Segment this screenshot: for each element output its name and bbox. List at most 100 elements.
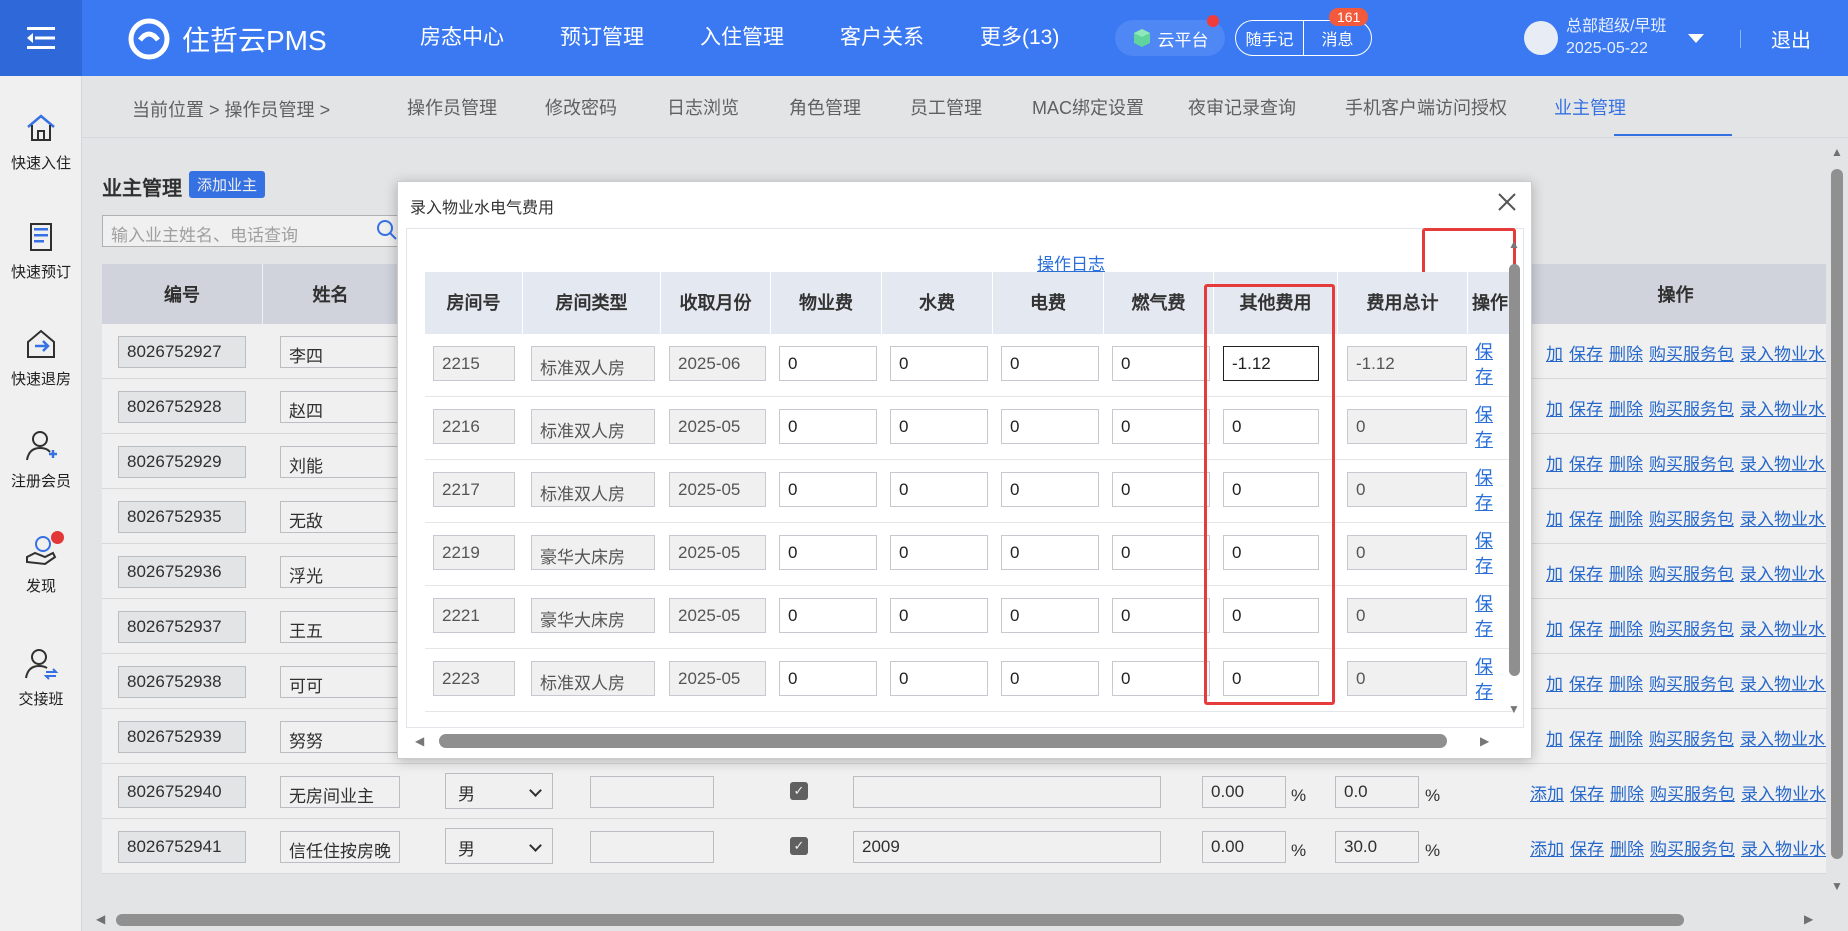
electric-fee-input[interactable]: 0 (1001, 535, 1099, 570)
chevron-down-icon[interactable] (1688, 33, 1705, 43)
highlight-box (1204, 284, 1335, 705)
month-field: 2025-06 (669, 346, 766, 381)
messages-button[interactable]: 消息 (1303, 21, 1371, 55)
user-menu[interactable]: 总部超级/早班 2025-05-22 (1524, 16, 1705, 60)
notification-dot (1207, 15, 1219, 27)
message-count-badge: 161 (1329, 8, 1369, 26)
gas-fee-input[interactable]: 0 (1112, 598, 1210, 633)
column-header-water-fee: 水费 (882, 272, 993, 334)
cloud-platform-button[interactable]: 云平台 (1115, 15, 1225, 56)
water-fee-input[interactable]: 0 (890, 598, 988, 633)
user-name: 总部超级/早班 (1566, 18, 1667, 35)
save-link[interactable]: 保存 (1475, 529, 1499, 579)
nav-customers[interactable]: 客户关系 (812, 0, 952, 76)
divider (1740, 30, 1741, 48)
column-header-gas-fee: 燃气费 (1104, 272, 1214, 334)
save-link[interactable]: 保存 (1475, 340, 1499, 390)
dialog-horizontal-scrollbar-thumb[interactable] (439, 734, 1447, 748)
column-header-property-fee: 物业费 (771, 272, 882, 334)
save-link[interactable]: 保存 (1475, 655, 1499, 705)
total-fee-field: 0 (1347, 661, 1467, 696)
water-fee-input[interactable]: 0 (890, 661, 988, 696)
total-fee-field: -1.12 (1347, 346, 1467, 381)
top-bar: 住哲云PMS 房态中心 预订管理 入住管理 客户关系 更多(13) 云平台 随手… (0, 0, 1848, 76)
property-fee-input[interactable]: 0 (779, 472, 877, 507)
property-fee-input[interactable]: 0 (779, 346, 877, 381)
water-fee-input[interactable]: 0 (890, 535, 988, 570)
water-fee-input[interactable]: 0 (890, 346, 988, 381)
electric-fee-input[interactable]: 0 (1001, 409, 1099, 444)
property-fee-input[interactable]: 0 (779, 661, 877, 696)
room-number-field: 2215 (433, 346, 515, 381)
room-type-field: 标准双人房 (531, 661, 655, 696)
gas-fee-input[interactable]: 0 (1112, 409, 1210, 444)
brand-name: 住哲云PMS (182, 25, 327, 56)
dialog-title: 录入物业水电气费用 (410, 200, 555, 217)
column-header-room: 房间号 (425, 272, 523, 334)
total-fee-field: 0 (1347, 598, 1467, 633)
nav-room-status[interactable]: 房态中心 (392, 0, 532, 76)
save-link[interactable]: 保存 (1475, 592, 1499, 642)
room-number-field: 2223 (433, 661, 515, 696)
room-type-field: 标准双人房 (531, 472, 655, 507)
nav-reservations[interactable]: 预订管理 (532, 0, 672, 76)
menu-toggle-button[interactable] (0, 0, 82, 76)
month-field: 2025-05 (669, 535, 766, 570)
column-header-total: 费用总计 (1338, 272, 1468, 334)
fee-row: 2215 标准双人房 2025-06 0 0 0 0 -1.12 -1.12 保存 (425, 334, 1513, 397)
water-fee-input[interactable]: 0 (890, 409, 988, 444)
main-nav: 房态中心 预订管理 入住管理 客户关系 更多(13) (392, 0, 1087, 76)
nav-more[interactable]: 更多(13) (952, 0, 1087, 76)
scroll-up-arrow-icon[interactable]: ▲ (1508, 237, 1520, 251)
cloud-platform-label: 云平台 (1157, 30, 1209, 50)
logout-button[interactable]: 退出 (1771, 24, 1811, 53)
month-field: 2025-05 (669, 409, 766, 444)
brand: 住哲云PMS (128, 18, 327, 60)
room-type-field: 豪华大床房 (531, 598, 655, 633)
column-header-room-type: 房间类型 (523, 272, 661, 334)
menu-icon (27, 27, 55, 49)
nav-check-in[interactable]: 入住管理 (672, 0, 812, 76)
gas-fee-input[interactable]: 0 (1112, 535, 1210, 570)
scroll-down-arrow-icon[interactable]: ▼ (1508, 702, 1520, 716)
electric-fee-input[interactable]: 0 (1001, 346, 1099, 381)
total-fee-field: 0 (1347, 472, 1467, 507)
column-header-month: 收取月份 (661, 272, 771, 334)
total-fee-field: 0 (1347, 535, 1467, 570)
gas-fee-input[interactable]: 0 (1112, 661, 1210, 696)
fee-row: 2217 标准双人房 2025-05 0 0 0 0 0 0 保存 (425, 460, 1513, 523)
month-field: 2025-05 (669, 472, 766, 507)
room-number-field: 2217 (433, 472, 515, 507)
total-fee-field: 0 (1347, 409, 1467, 444)
fee-table: 房间号 房间类型 收取月份 物业费 水费 电费 燃气费 其他费用 费用总计 操作… (425, 272, 1513, 712)
fee-row: 2216 标准双人房 2025-05 0 0 0 0 0 0 保存 (425, 397, 1513, 460)
room-type-field: 标准双人房 (531, 346, 655, 381)
electric-fee-input[interactable]: 0 (1001, 661, 1099, 696)
user-date: 2025-05-22 (1566, 40, 1648, 57)
fee-row: 2219 豪华大床房 2025-05 0 0 0 0 0 0 保存 (425, 523, 1513, 586)
gas-fee-input[interactable]: 0 (1112, 472, 1210, 507)
brand-logo-icon (128, 18, 170, 60)
scroll-right-arrow-icon[interactable]: ▶ (1480, 734, 1489, 748)
property-fee-input[interactable]: 0 (779, 535, 877, 570)
room-number-field: 2216 (433, 409, 515, 444)
property-fee-input[interactable]: 0 (779, 598, 877, 633)
gas-fee-input[interactable]: 0 (1112, 346, 1210, 381)
property-fee-input[interactable]: 0 (779, 409, 877, 444)
month-field: 2025-05 (669, 661, 766, 696)
water-fee-input[interactable]: 0 (890, 472, 988, 507)
room-type-field: 标准双人房 (531, 409, 655, 444)
electric-fee-input[interactable]: 0 (1001, 598, 1099, 633)
room-number-field: 2221 (433, 598, 515, 633)
fee-row: 2221 豪华大床房 2025-05 0 0 0 0 0 0 保存 (425, 586, 1513, 649)
scrollbar-thumb[interactable] (1509, 264, 1520, 676)
electric-fee-input[interactable]: 0 (1001, 472, 1099, 507)
column-header-action: 操作 (1468, 272, 1513, 334)
avatar (1524, 21, 1558, 55)
notes-button[interactable]: 随手记 (1236, 21, 1303, 55)
scroll-left-arrow-icon[interactable]: ◀ (415, 734, 424, 748)
save-link[interactable]: 保存 (1475, 403, 1499, 453)
save-link[interactable]: 保存 (1475, 466, 1499, 516)
close-icon[interactable] (1495, 190, 1519, 214)
room-type-field: 豪华大床房 (531, 535, 655, 570)
